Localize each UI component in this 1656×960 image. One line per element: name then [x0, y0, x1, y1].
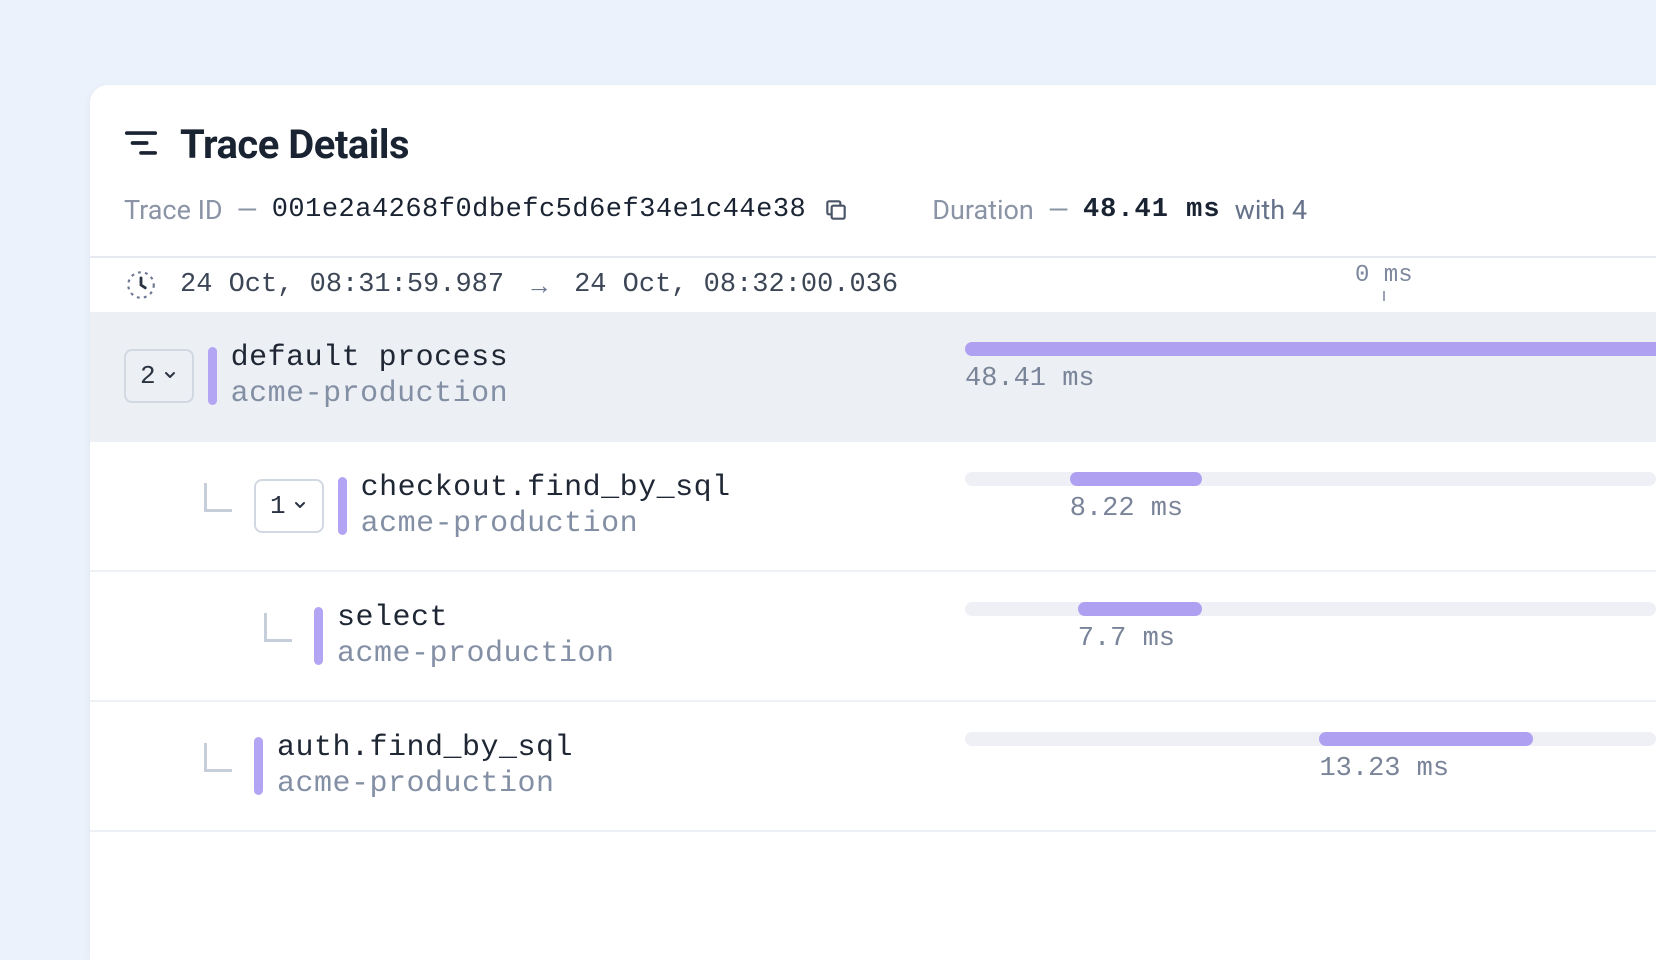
duration-group: Duration — 48.41 ms with 4 [932, 194, 1307, 226]
span-timeline: 48.41 ms [965, 330, 1656, 422]
header: Trace Details [90, 85, 1656, 176]
timeline-bar [965, 342, 1656, 356]
span-name: auth.find_by_sql [277, 731, 573, 765]
span-timeline: 7.7 ms [965, 590, 1656, 682]
caret-down-icon [162, 361, 178, 391]
span-name: checkout.find_by_sql [361, 471, 731, 505]
timeline-bar [1070, 472, 1202, 486]
clock-icon [124, 268, 158, 302]
caret-down-icon [292, 491, 308, 521]
axis-tick-label: 0 ms [1355, 262, 1413, 289]
span-duration: 8.22 ms [1070, 494, 1183, 524]
timeline-bar [1078, 602, 1202, 616]
span-marker [314, 607, 323, 665]
time-range-bar: 24 Oct, 08:31:59.987 → 24 Oct, 08:32:00.… [90, 256, 1656, 312]
span-duration: 48.41 ms [965, 364, 1095, 394]
tree-elbow-icon [196, 743, 240, 789]
trace-id-label: Trace ID [124, 194, 223, 226]
span-left: selectacme-production [90, 590, 965, 682]
expand-count-button[interactable]: 1 [254, 479, 324, 533]
span-labels: auth.find_by_sqlacme-production [277, 731, 573, 801]
span-row[interactable]: 2 default processacme-production 48.41 ms [90, 312, 1656, 442]
arrow-right-icon: → [526, 270, 552, 301]
span-row[interactable]: auth.find_by_sqlacme-production 13.23 ms [90, 702, 1656, 832]
span-timeline: 8.22 ms [965, 460, 1656, 552]
timeline-bar [1319, 732, 1532, 746]
span-left: auth.find_by_sqlacme-production [90, 720, 965, 812]
dash: — [237, 194, 258, 226]
tree-elbow-icon [256, 613, 300, 659]
time-start: 24 Oct, 08:31:59.987 [180, 270, 504, 300]
expand-count-button[interactable]: 2 [124, 349, 194, 403]
trace-icon [124, 126, 158, 164]
time-end: 24 Oct, 08:32:00.036 [574, 270, 898, 300]
span-name: select [337, 601, 615, 635]
dash: — [1048, 194, 1069, 226]
trace-details-panel: Trace Details Trace ID — 001e2a4268f0dbe… [90, 85, 1656, 960]
trace-id-value: 001e2a4268f0dbefc5d6ef34e1c44e38 [272, 195, 806, 225]
axis-tick-0: 0 ms [1355, 262, 1413, 318]
tree-elbow-icon [196, 483, 240, 529]
duration-value: 48.41 ms [1083, 195, 1221, 225]
span-labels: default processacme-production [231, 341, 509, 411]
span-service: acme-production [231, 377, 509, 411]
span-left: 1 checkout.find_by_sqlacme-production [90, 460, 965, 552]
span-duration: 13.23 ms [1319, 754, 1449, 784]
span-left: 2 default processacme-production [90, 330, 965, 422]
span-marker [338, 477, 347, 535]
duration-label: Duration [932, 194, 1034, 226]
meta-row: Trace ID — 001e2a4268f0dbefc5d6ef34e1c44… [90, 176, 1656, 256]
span-labels: selectacme-production [337, 601, 615, 671]
span-name: default process [231, 341, 509, 375]
span-marker [254, 737, 263, 795]
timeline-track [965, 732, 1656, 746]
duration-suffix: with 4 [1235, 194, 1307, 226]
child-count: 2 [140, 361, 156, 391]
span-row[interactable]: selectacme-production 7.7 ms [90, 572, 1656, 702]
span-duration: 7.7 ms [1078, 624, 1175, 654]
child-count: 1 [270, 491, 286, 521]
span-marker [208, 347, 217, 405]
span-service: acme-production [337, 637, 615, 671]
trace-id-group: Trace ID — 001e2a4268f0dbefc5d6ef34e1c44… [124, 194, 852, 226]
span-service: acme-production [277, 767, 573, 801]
span-service: acme-production [361, 507, 731, 541]
page-title: Trace Details [180, 121, 409, 168]
timeline-track [965, 602, 1656, 616]
copy-button[interactable] [820, 194, 852, 226]
span-timeline: 13.23 ms [965, 720, 1656, 812]
span-list: 2default processacme-production48.41 ms1… [90, 312, 1656, 832]
span-labels: checkout.find_by_sqlacme-production [361, 471, 731, 541]
span-row[interactable]: 1 checkout.find_by_sqlacme-production 8.22… [90, 442, 1656, 572]
timeline-track [965, 472, 1656, 486]
